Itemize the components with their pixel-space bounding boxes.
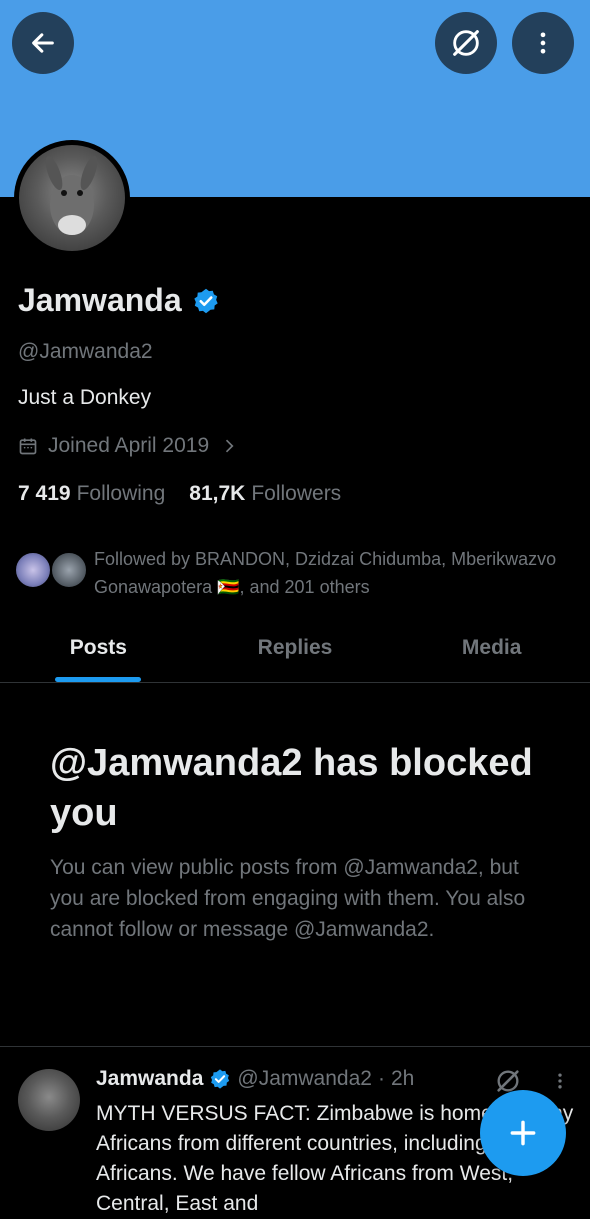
arrow-left-icon [32, 33, 54, 53]
more-vertical-icon [540, 32, 546, 54]
calendar-icon [19, 438, 37, 455]
chevron-right-icon [226, 439, 234, 453]
profile-handle: @Jamwanda2 [18, 340, 153, 363]
followers-link[interactable]: 81,7K Followers [189, 482, 341, 506]
verified-badge-icon [209, 1068, 231, 1090]
blocked-title: @Jamwanda2 has blocked you [50, 742, 533, 834]
more-vertical-icon [558, 1073, 562, 1089]
tab-replies[interactable]: Replies [197, 620, 394, 682]
follow-stats: 7 419 Following 81,7K Followers [18, 482, 365, 506]
avatar [50, 551, 88, 589]
post-more-button[interactable] [550, 1069, 570, 1098]
grok-button[interactable] [435, 12, 497, 74]
following-count: 7 419 [18, 482, 71, 505]
post-separator: · [377, 1067, 385, 1090]
profile-bio: Just a Donkey [18, 386, 152, 409]
display-name: Jamwanda [18, 282, 182, 318]
followers-label: Followers [251, 482, 342, 505]
tab-posts[interactable]: Posts [0, 620, 197, 682]
verified-badge-icon[interactable] [192, 287, 220, 315]
joined-date: Joined April 2019 [48, 434, 210, 457]
tab-media[interactable]: Media [393, 620, 590, 682]
post-header: Jamwanda @Jamwanda2 · 2h [96, 1067, 414, 1091]
post-author-handle: @Jamwanda2 [237, 1067, 372, 1090]
grok-icon [453, 30, 479, 56]
avatar [14, 551, 52, 589]
post-author-name[interactable]: Jamwanda [96, 1067, 203, 1091]
profile-avatar[interactable] [14, 140, 130, 256]
following-label: Following [76, 482, 166, 505]
compose-button[interactable] [480, 1090, 566, 1176]
blocked-description: You can view public posts from @Jamwanda… [50, 856, 526, 941]
plus-icon [510, 1120, 536, 1146]
following-link[interactable]: 7 419 Following [18, 482, 165, 506]
follower-avatars [14, 545, 90, 589]
avatar-image [19, 145, 125, 251]
avatar[interactable] [18, 1069, 80, 1131]
followed-by-text: Followed by BRANDON, Dzidzai Chidumba, M… [94, 549, 557, 597]
followed-by-row[interactable]: Followed by BRANDON, Dzidzai Chidumba, M… [14, 545, 574, 601]
more-options-button[interactable] [512, 12, 574, 74]
active-tab-indicator [55, 677, 141, 682]
post-time: 2h [390, 1067, 415, 1090]
joined-date-row[interactable]: Joined April 2019 [18, 434, 239, 458]
profile-tabs: Posts Replies Media [0, 620, 590, 683]
back-button[interactable] [12, 12, 74, 74]
followers-count: 81,7K [189, 482, 246, 505]
name-row: Jamwanda [18, 282, 220, 319]
